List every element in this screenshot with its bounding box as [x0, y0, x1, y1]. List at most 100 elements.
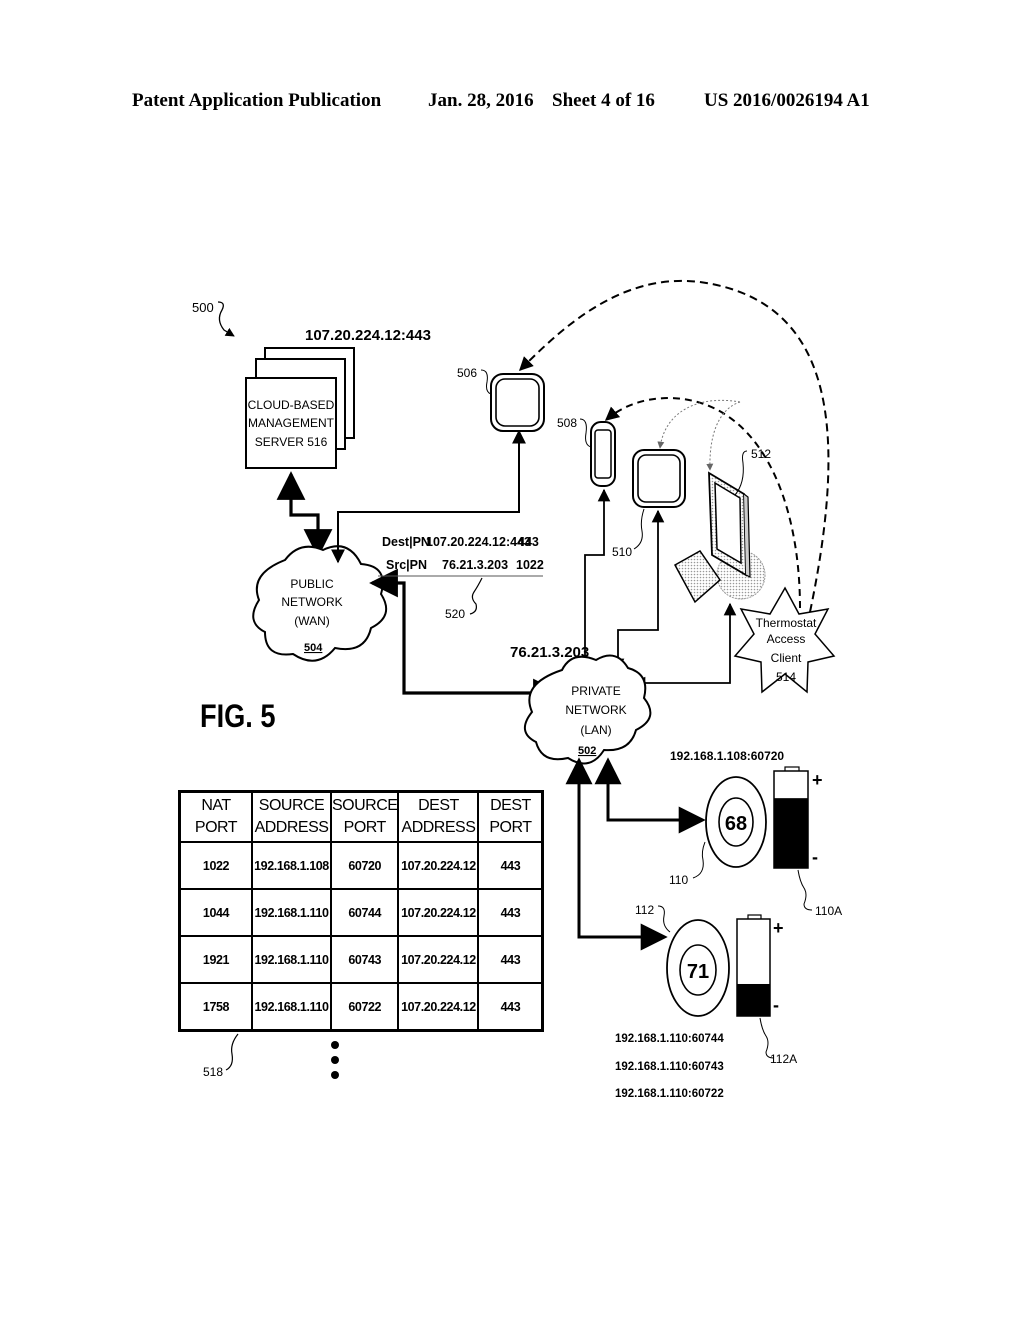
ref-500-leader — [217, 301, 235, 337]
thermostat-110-temperature: 68 — [725, 813, 747, 835]
lan-thermostat-110-link — [594, 757, 706, 834]
cell-nat-port: 1022 — [178, 841, 253, 890]
ref-110a: 110A — [815, 904, 842, 918]
cell-dest-port: 443 — [477, 982, 544, 1032]
ref-518-leader — [225, 1033, 239, 1071]
lan-label-line2: NETWORK — [565, 703, 626, 717]
packet-src-address: 76.21.3.203 — [442, 558, 508, 572]
table-row: 1921 192.168.1.110 60743 107.20.224.12 4… — [178, 935, 544, 984]
thermostat-access-client-514: Thermostat Access Client 514 — [733, 586, 836, 694]
col-dest-port: DEST PORT — [477, 790, 544, 843]
continuation-dot — [331, 1041, 339, 1049]
server-label-line1: CLOUD-BASED — [248, 398, 335, 412]
thermostat-110-address: 192.168.1.108:60720 — [670, 749, 784, 763]
table-row: 1022 192.168.1.108 60720 107.20.224.12 4… — [178, 841, 544, 890]
col-dest-address: DEST ADDRESS — [397, 790, 480, 843]
device-510-lan-link — [611, 509, 665, 672]
ref-518: 518 — [203, 1065, 223, 1079]
nat-table: NAT PORT SOURCE ADDRESS SOURCE PORT DEST ADD… — [178, 790, 545, 1032]
cell-dest-port: 443 — [477, 888, 544, 937]
dashed-link-client-506 — [519, 279, 830, 613]
device-506: 506 — [457, 366, 545, 432]
lan-label-line1: PRIVATE — [571, 684, 621, 698]
battery-112a-minus: - — [773, 995, 779, 1015]
cell-nat-port: 1044 — [178, 888, 253, 937]
server-address: 107.20.224.12:443 — [305, 327, 431, 344]
battery-112a-plus: + — [773, 918, 784, 938]
ref-508: 508 — [557, 416, 577, 430]
network-diagram: 500 107.20.224.12:443 CLOUD-BASED MANAGE… — [192, 279, 842, 1100]
dotted-link-510 — [657, 399, 741, 449]
cell-source-port: 60744 — [329, 888, 400, 937]
thermostat-110: 192.168.1.108:60720 68 110 — [669, 749, 784, 887]
lan-label-line3: (LAN) — [580, 723, 611, 737]
thermostat-112: 71 112 192.168.1.110:60744 192.168.1.110… — [615, 903, 730, 1100]
battery-110a: + - 110A — [773, 766, 842, 918]
wan-ref-504: 504 — [304, 642, 323, 654]
cell-dest-address: 107.20.224.12 — [397, 888, 480, 937]
cell-nat-port: 1921 — [178, 935, 253, 984]
packet-dest-address: 107.20.224.12:443 — [426, 535, 531, 549]
continuation-dot — [331, 1071, 339, 1079]
dotted-link-512 — [706, 401, 741, 471]
battery-110a-minus: - — [812, 847, 818, 867]
wan-label-line1: PUBLIC — [290, 577, 334, 591]
ref-110: 110 — [669, 873, 688, 887]
thermostat-112-temperature: 71 — [687, 961, 709, 983]
col-nat-port: NAT PORT — [178, 790, 253, 843]
packet-dest-label: Dest|PN — [382, 535, 430, 549]
cloud-management-server: 107.20.224.12:443 CLOUD-BASED MANAGEMENT… — [245, 327, 431, 469]
device-512-desktop: 512 — [673, 447, 771, 604]
col-source-port: SOURCE PORT — [329, 790, 400, 843]
device-512-lan-link — [632, 602, 737, 690]
thermostat-112-address-1: 192.168.1.110:60744 — [615, 1033, 724, 1045]
figure-label: FIG. 5 — [200, 699, 276, 735]
cell-dest-port: 443 — [477, 935, 544, 984]
client-label-line4: 514 — [776, 670, 796, 684]
ref-512: 512 — [751, 447, 771, 461]
battery-112a: + - 112A — [736, 914, 797, 1066]
cell-source-port: 60722 — [329, 982, 400, 1032]
battery-112a-level — [737, 983, 770, 1016]
continuation-dot — [331, 1056, 339, 1064]
thermostat-112-address-3: 192.168.1.110:60722 — [615, 1088, 724, 1100]
public-network-cloud: PUBLIC NETWORK (WAN) 504 — [252, 545, 388, 662]
device-508-phone: 508 — [557, 416, 616, 487]
cell-source-port: 60720 — [329, 841, 400, 890]
packet-src-label: Src|PN — [386, 558, 427, 572]
ref-506: 506 — [457, 366, 477, 380]
wan-label-line2: NETWORK — [281, 595, 342, 609]
server-wan-link — [276, 471, 333, 558]
cell-dest-address: 107.20.224.12 — [397, 935, 480, 984]
cell-dest-port: 443 — [477, 841, 544, 890]
col-source-address: SOURCE ADDRESS — [251, 790, 332, 843]
battery-110a-plus: + — [812, 770, 823, 790]
wan-lan-link — [369, 568, 562, 708]
packet-src-port: 1022 — [516, 558, 544, 572]
ref-510: 510 — [612, 545, 632, 559]
thermostat-112-address-2: 192.168.1.110:60743 — [615, 1061, 724, 1073]
cell-dest-address: 107.20.224.12 — [397, 982, 480, 1032]
cell-source-address: 192.168.1.110 — [251, 935, 332, 984]
cell-source-address: 192.168.1.110 — [251, 982, 332, 1032]
ref-520: 520 — [445, 607, 465, 621]
battery-110a-level — [774, 798, 808, 868]
cell-dest-address: 107.20.224.12 — [397, 841, 480, 890]
cell-source-address: 192.168.1.108 — [251, 841, 332, 890]
cell-nat-port: 1758 — [178, 982, 253, 1032]
private-network-cloud: 76.21.3.203 PRIVATE NETWORK (LAN) 502 — [510, 644, 652, 765]
nat-table-header: NAT PORT SOURCE ADDRESS SOURCE PORT DEST ADD… — [178, 790, 544, 843]
table-row: 1758 192.168.1.110 60722 107.20.224.12 4… — [178, 982, 544, 1032]
ref-112: 112 — [635, 903, 654, 917]
ref-112a: 112A — [770, 1052, 797, 1066]
wan-label-line3: (WAN) — [294, 614, 330, 628]
keyboard-icon — [673, 550, 721, 604]
cell-source-address: 192.168.1.110 — [251, 888, 332, 937]
client-label-line1: Thermostat — [756, 616, 817, 630]
server-label-line2: MANAGEMENT — [248, 416, 335, 430]
lan-ref-502: 502 — [578, 745, 596, 757]
client-label-line3: Client — [771, 651, 802, 665]
table-row: 1044 192.168.1.110 60744 107.20.224.12 4… — [178, 888, 544, 937]
packet-dest-port: 443 — [518, 535, 539, 549]
ref-500: 500 — [192, 300, 214, 315]
